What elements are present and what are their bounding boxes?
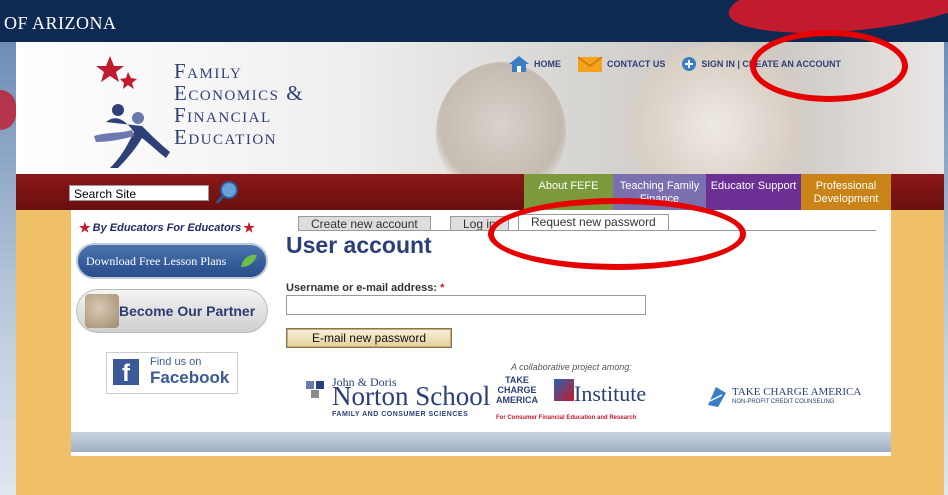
plus-circle-icon [682, 57, 697, 71]
panel-footer [71, 432, 891, 452]
contact-label: CONTACT US [607, 59, 666, 69]
tca-stack-3: AMERICA [496, 395, 538, 405]
norton-line-3: FAMILY AND CONSUMER SCIENCES [332, 411, 469, 418]
tcam-title: TAKE CHARGE AMERICA [732, 386, 862, 398]
home-label: HOME [534, 59, 561, 69]
nav-tab-professional[interactable]: Professional Development [801, 174, 891, 210]
site-frame: Family Economics & Financial Education H… [16, 42, 944, 495]
norton-mark-icon [306, 381, 324, 398]
collab-text: A collaborative project among: [511, 362, 632, 372]
star-icon: ★ [243, 220, 255, 235]
home-icon [509, 56, 529, 72]
tca-institute-text: Institute [574, 381, 647, 406]
logo-line-1: Family [174, 59, 243, 83]
tab-create-account[interactable]: Create new account [298, 216, 431, 231]
search-icon[interactable] [214, 180, 240, 206]
contact-link[interactable]: CONTACT US [577, 55, 665, 73]
norton-line-2: Norton School [332, 381, 491, 411]
highlight-ring-create-account [750, 30, 908, 102]
tca-flag-icon [708, 387, 726, 407]
facebook-line-2: Facebook [150, 368, 230, 387]
logo-line-2: Economics & [174, 81, 305, 105]
tcam-sub: NON-PROFIT CREDIT COUNSELING [732, 399, 835, 405]
main-navbar: Search Site About FEFE Teaching Family F… [16, 174, 944, 210]
lesson-button-label: Download Free Lesson Plans [86, 254, 227, 268]
tca-stack-2: CHARGE [497, 385, 537, 395]
tca-box-icon [554, 379, 574, 401]
tagline-text: By Educators For Educators [92, 222, 242, 234]
facebook-icon: f [113, 359, 139, 387]
tca-stack: TAKE CHARGE AMERICA [496, 375, 538, 405]
logo-line-3: Financial [174, 103, 272, 127]
tca-stack-1: TAKE [505, 375, 529, 385]
star-icon: ★ [79, 220, 91, 235]
page-title: User account [286, 232, 432, 258]
search-input[interactable]: Search Site [69, 185, 209, 201]
tagline: ★ By Educators For Educators ★ [77, 220, 257, 236]
envelope-icon [577, 56, 603, 72]
facebook-line-1: Find us on [150, 356, 202, 368]
university-text: OF ARIZONA [4, 13, 117, 33]
become-partner-button[interactable]: Become Our Partner [76, 289, 268, 333]
username-input[interactable] [286, 295, 646, 315]
take-charge-america-logo[interactable]: TAKE CHARGE AMERICA NON-PROFIT CREDIT CO… [706, 383, 886, 413]
partner-photo [85, 294, 119, 328]
email-new-password-button[interactable]: E-mail new password [286, 328, 452, 348]
tca-institute-logo[interactable]: TAKE CHARGE AMERICA Institute For Consum… [496, 375, 696, 425]
norton-school-logo[interactable]: John & Doris Norton School FAMILY AND CO… [304, 375, 494, 425]
username-label-text: Username or e-mail address: [286, 282, 438, 294]
home-link[interactable]: HOME [508, 55, 561, 73]
header-photo-man [436, 62, 566, 174]
arrow-leaf-icon [241, 254, 257, 267]
nav-tab-educator-support[interactable]: Educator Support [706, 174, 801, 210]
partner-button-label: Become Our Partner [119, 303, 256, 319]
facebook-link[interactable]: f Find us on Facebook [106, 352, 238, 394]
logo-figure-icon[interactable] [88, 52, 178, 170]
required-mark: * [440, 282, 445, 294]
username-label: Username or e-mail address: * [286, 282, 444, 294]
logo-line-4: Education [174, 125, 277, 149]
tca-sub-text: For Consumer Financial Education and Res… [496, 415, 637, 421]
download-lesson-plans-button[interactable]: Download Free Lesson Plans [76, 243, 268, 279]
site-logo-text[interactable]: Family Economics & Financial Education [174, 60, 304, 148]
highlight-ring-request-password [488, 198, 746, 270]
